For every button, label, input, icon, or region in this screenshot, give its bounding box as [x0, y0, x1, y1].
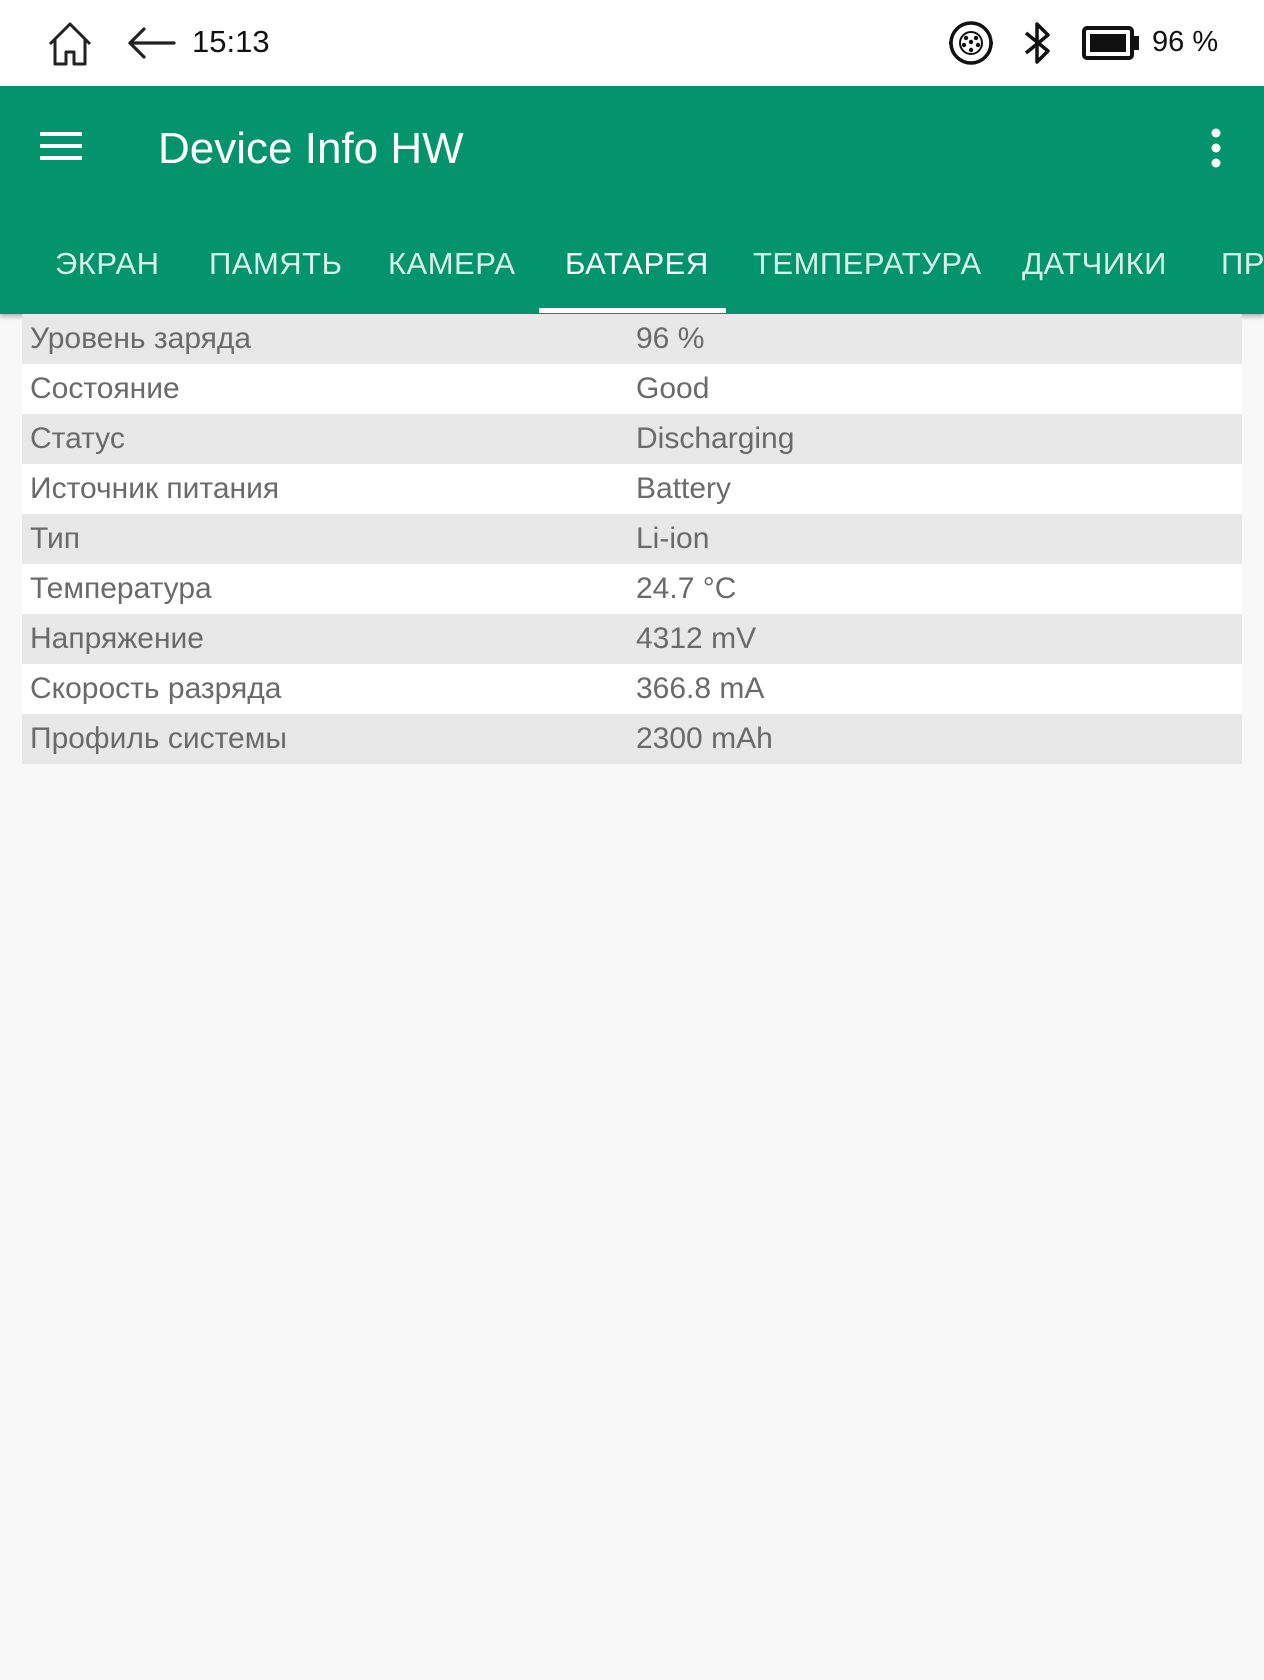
tab-sensors[interactable]: ДАТЧИКИ: [1022, 236, 1167, 314]
row-value: Li-ion: [636, 522, 710, 555]
tab-memory[interactable]: ПАМЯТЬ: [209, 236, 342, 314]
row-label: Статус: [30, 422, 125, 455]
battery-percent: 96 %: [1152, 26, 1219, 58]
home-icon[interactable]: [46, 20, 94, 68]
table-row: Температура 24.7 °C: [22, 564, 1242, 614]
back-arrow-icon[interactable]: [126, 24, 176, 62]
app-bar: Device Info HW ЭКРАН ПАМЯТЬ КАМЕРА БАТАР…: [0, 86, 1264, 314]
row-value: Good: [636, 372, 710, 405]
app-title: Device Info HW: [158, 124, 464, 173]
table-row: Статус Discharging: [22, 414, 1242, 464]
tab-screen[interactable]: ЭКРАН: [55, 236, 160, 314]
bluetooth-icon: [1024, 22, 1050, 64]
ebook-mode-icon[interactable]: [948, 20, 994, 66]
table-row: Профиль системы 2300 mAh: [22, 714, 1242, 764]
more-options-icon[interactable]: [1200, 128, 1232, 168]
table-row: Уровень заряда 96 %: [22, 314, 1242, 364]
row-label: Состояние: [30, 372, 180, 405]
hamburger-menu-icon[interactable]: [40, 130, 82, 162]
tab-battery[interactable]: БАТАРЕЯ: [565, 236, 709, 314]
tab-partial[interactable]: ПР: [1221, 236, 1264, 314]
row-value: Discharging: [636, 422, 795, 455]
row-value: 4312 mV: [636, 622, 757, 655]
table-row: Тип Li-ion: [22, 514, 1242, 564]
row-label: Источник питания: [30, 472, 280, 505]
row-label: Напряжение: [30, 622, 204, 655]
row-value: 96 %: [636, 322, 705, 355]
table-row: Напряжение 4312 mV: [22, 614, 1242, 664]
table-row: Источник питания Battery: [22, 464, 1242, 514]
table-row: Скорость разряда 366.8 mA: [22, 664, 1242, 714]
battery-icon: [1082, 26, 1139, 60]
row-label: Температура: [30, 572, 212, 605]
table-row: Состояние Good: [22, 364, 1242, 414]
row-label: Профиль системы: [30, 722, 287, 755]
row-value: Battery: [636, 472, 732, 505]
tab-bar: ЭКРАН ПАМЯТЬ КАМЕРА БАТАРЕЯ ТЕМПЕРАТУРА …: [0, 236, 1264, 314]
row-label: Уровень заряда: [30, 322, 252, 355]
clock-time: 15:13: [192, 24, 270, 59]
row-label: Тип: [30, 522, 81, 555]
tab-temperature[interactable]: ТЕМПЕРАТУРА: [753, 236, 982, 314]
battery-info-table: Уровень заряда 96 % Состояние Good Стату…: [22, 314, 1242, 764]
row-value: 366.8 mA: [636, 672, 765, 705]
row-label: Скорость разряда: [30, 672, 282, 705]
tab-camera[interactable]: КАМЕРА: [388, 236, 516, 314]
row-value: 24.7 °C: [636, 572, 737, 605]
row-value: 2300 mAh: [636, 722, 773, 755]
status-bar: 15:13 96 %: [0, 0, 1264, 86]
active-tab-indicator: [539, 308, 726, 313]
